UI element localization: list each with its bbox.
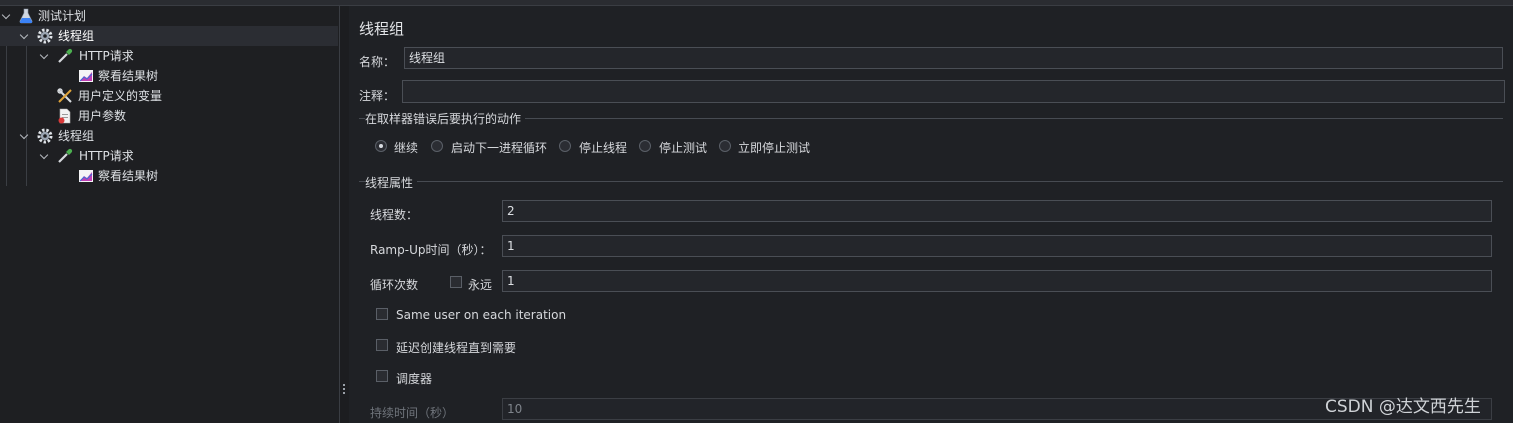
tree-item-thread-group[interactable]: 线程组 bbox=[0, 126, 338, 146]
rampup-input[interactable]: 1 bbox=[502, 235, 1492, 257]
threads-input[interactable]: 2 bbox=[502, 200, 1492, 222]
same-user-checkbox[interactable] bbox=[376, 308, 388, 320]
tree-item-http-request[interactable]: HTTP请求 bbox=[0, 146, 338, 166]
pipette-icon bbox=[58, 148, 73, 163]
radio-label: 启动下一进程循环 bbox=[451, 141, 548, 155]
test-plan-tree: 测试计划 线程组 HTTP请求 察看结果树 用户定义的变量 用户参数 线程组 H… bbox=[0, 6, 338, 423]
tree-item-http-request[interactable]: HTTP请求 bbox=[0, 46, 338, 66]
forever-checkbox[interactable] bbox=[450, 276, 462, 288]
watermark-text: CSDN @达文西先生 bbox=[1325, 397, 1481, 417]
chevron-down-icon[interactable] bbox=[39, 146, 49, 166]
document-icon bbox=[58, 108, 71, 124]
radio-stop-thread[interactable] bbox=[559, 140, 571, 152]
scheduler-label: 调度器 bbox=[396, 372, 433, 386]
gear-icon bbox=[37, 128, 53, 144]
tree-item-view-results[interactable]: 察看结果树 bbox=[0, 66, 338, 86]
chart-icon bbox=[79, 70, 93, 82]
rampup-label: Ramp-Up时间（秒）： bbox=[370, 243, 492, 257]
chevron-down-icon[interactable] bbox=[1, 6, 11, 26]
flask-icon bbox=[19, 8, 33, 24]
threads-label: 线程数： bbox=[370, 208, 419, 222]
tree-item-label: 线程组 bbox=[58, 129, 95, 143]
radio-start-next-loop[interactable] bbox=[431, 140, 443, 152]
tree-item-label: 察看结果树 bbox=[98, 169, 159, 183]
tree-item-label: HTTP请求 bbox=[79, 49, 134, 63]
scheduler-checkbox[interactable] bbox=[376, 370, 388, 382]
jmeter-window: 测试计划 线程组 HTTP请求 察看结果树 用户定义的变量 用户参数 线程组 H… bbox=[0, 0, 1513, 423]
tree-item-label: 察看结果树 bbox=[98, 69, 159, 83]
tree-item-label: HTTP请求 bbox=[79, 149, 134, 163]
loop-count-input[interactable]: 1 bbox=[502, 270, 1492, 292]
radio-label: 继续 bbox=[394, 141, 419, 155]
tree-item-user-defined-variables[interactable]: 用户定义的变量 bbox=[0, 86, 338, 106]
same-user-label: Same user on each iteration bbox=[396, 308, 567, 322]
duration-label: 持续时间（秒） bbox=[370, 406, 455, 420]
tree-item-label: 用户定义的变量 bbox=[78, 89, 163, 103]
tree-item-label: 用户参数 bbox=[78, 109, 127, 123]
forever-label: 永远 bbox=[468, 278, 493, 292]
delay-create-label: 延迟创建线程直到需要 bbox=[396, 341, 517, 355]
name-input[interactable]: 线程组 bbox=[404, 47, 1503, 69]
tree-item-label: 线程组 bbox=[58, 29, 95, 43]
tree-item-view-results[interactable]: 察看结果树 bbox=[0, 166, 338, 186]
delay-create-checkbox[interactable] bbox=[376, 339, 388, 351]
radio-continue[interactable] bbox=[375, 140, 387, 152]
tree-item-user-parameters[interactable]: 用户参数 bbox=[0, 106, 338, 126]
section-divider bbox=[359, 118, 1503, 119]
tree-item-label: 测试计划 bbox=[38, 9, 87, 23]
name-label: 名称： bbox=[359, 55, 396, 69]
comment-label: 注释： bbox=[359, 89, 396, 103]
tools-icon bbox=[57, 88, 72, 103]
comment-input[interactable] bbox=[402, 80, 1505, 103]
tree-item-thread-group[interactable]: 线程组 bbox=[0, 26, 338, 46]
thread-properties-title: 线程属性 bbox=[365, 174, 418, 191]
radio-stop-test[interactable] bbox=[639, 140, 651, 152]
radio-stop-test-now[interactable] bbox=[719, 140, 731, 152]
error-action-title: 在取样器错误后要执行的动作 bbox=[365, 110, 526, 127]
grip-dot bbox=[343, 388, 345, 390]
section-divider bbox=[359, 181, 1503, 182]
chevron-down-icon[interactable] bbox=[19, 126, 29, 146]
pipette-icon bbox=[58, 48, 73, 63]
radio-label: 停止测试 bbox=[659, 141, 708, 155]
gear-icon bbox=[37, 28, 53, 44]
chevron-down-icon[interactable] bbox=[19, 26, 29, 46]
chevron-down-icon[interactable] bbox=[39, 46, 49, 66]
grip-dot bbox=[343, 384, 345, 386]
radio-label: 立即停止测试 bbox=[738, 141, 811, 155]
thread-group-panel: 线程组 名称： 线程组 注释： 在取样器错误后要执行的动作 继续 启动下一进程循… bbox=[349, 6, 1513, 423]
radio-label: 停止线程 bbox=[579, 141, 628, 155]
page-title: 线程组 bbox=[359, 20, 405, 38]
grip-dot bbox=[343, 392, 345, 394]
loop-count-label: 循环次数 bbox=[370, 278, 419, 292]
chart-icon bbox=[79, 170, 93, 182]
tree-item-test-plan[interactable]: 测试计划 bbox=[0, 6, 338, 26]
